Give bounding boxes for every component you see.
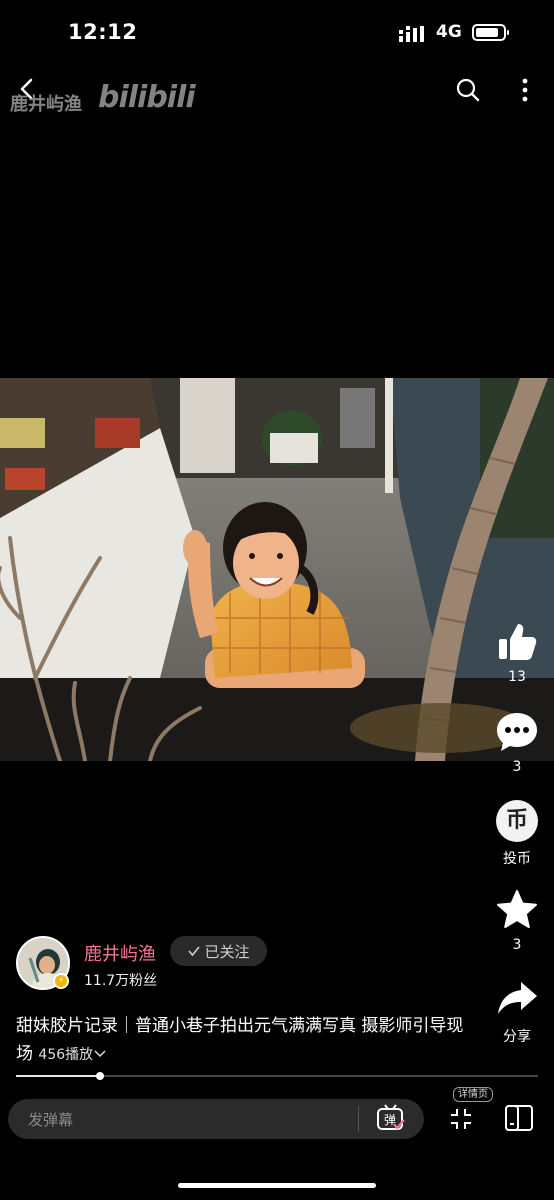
progress-handle[interactable]	[95, 1072, 104, 1080]
favorite-count: 3	[512, 937, 522, 953]
progress-fill	[16, 1075, 100, 1077]
share-arrow-icon[interactable]	[495, 978, 539, 1022]
video-player[interactable]	[0, 378, 554, 761]
divider	[358, 1106, 359, 1132]
search-icon[interactable]	[456, 78, 480, 102]
comment-bubble-icon[interactable]	[495, 710, 539, 754]
more-vertical-icon[interactable]	[516, 77, 534, 103]
play-count: 456播放	[38, 1047, 94, 1063]
lightning-badge-icon: ⚡	[53, 973, 69, 989]
thumbs-up-icon[interactable]	[495, 620, 539, 664]
danmu-input[interactable]	[8, 1099, 380, 1141]
status-time: 12:12	[68, 20, 138, 44]
coin-label: 投币	[503, 851, 531, 867]
network-type: 4G	[436, 22, 462, 42]
progress-bar[interactable]	[16, 1072, 538, 1080]
follow-label: 已关注	[204, 942, 250, 961]
like-count: 13	[508, 669, 526, 685]
comment-count: 3	[512, 759, 522, 775]
detail-page-tag[interactable]: 详情页	[453, 1087, 493, 1102]
battery-icon	[472, 24, 509, 41]
author-name[interactable]: 鹿井屿渔	[84, 940, 156, 966]
chevron-down-icon[interactable]	[93, 1049, 107, 1059]
watermark-logo: bilibili	[98, 80, 196, 115]
star-icon[interactable]	[495, 888, 539, 932]
fans-count: 11.7万粉丝	[84, 973, 158, 989]
check-icon	[188, 946, 201, 957]
video-title-block[interactable]: 甜妹胶片记录｜普通小巷子拍出元气满满写真 摄影师引导现场 456播放	[16, 1012, 476, 1069]
follow-button[interactable]: 已关注	[170, 936, 267, 966]
danmu-toggle-icon[interactable]: 弹	[376, 1104, 406, 1132]
portrait-mode-icon[interactable]	[504, 1104, 534, 1132]
watermark-author: 鹿井屿渔	[10, 94, 82, 115]
signal-icon	[399, 26, 424, 42]
fullscreen-icon[interactable]	[450, 1108, 472, 1130]
home-indicator	[178, 1183, 376, 1188]
danmu-input-box[interactable]	[8, 1099, 424, 1141]
coin-icon[interactable]: 币	[496, 800, 538, 842]
share-label: 分享	[503, 1029, 531, 1045]
